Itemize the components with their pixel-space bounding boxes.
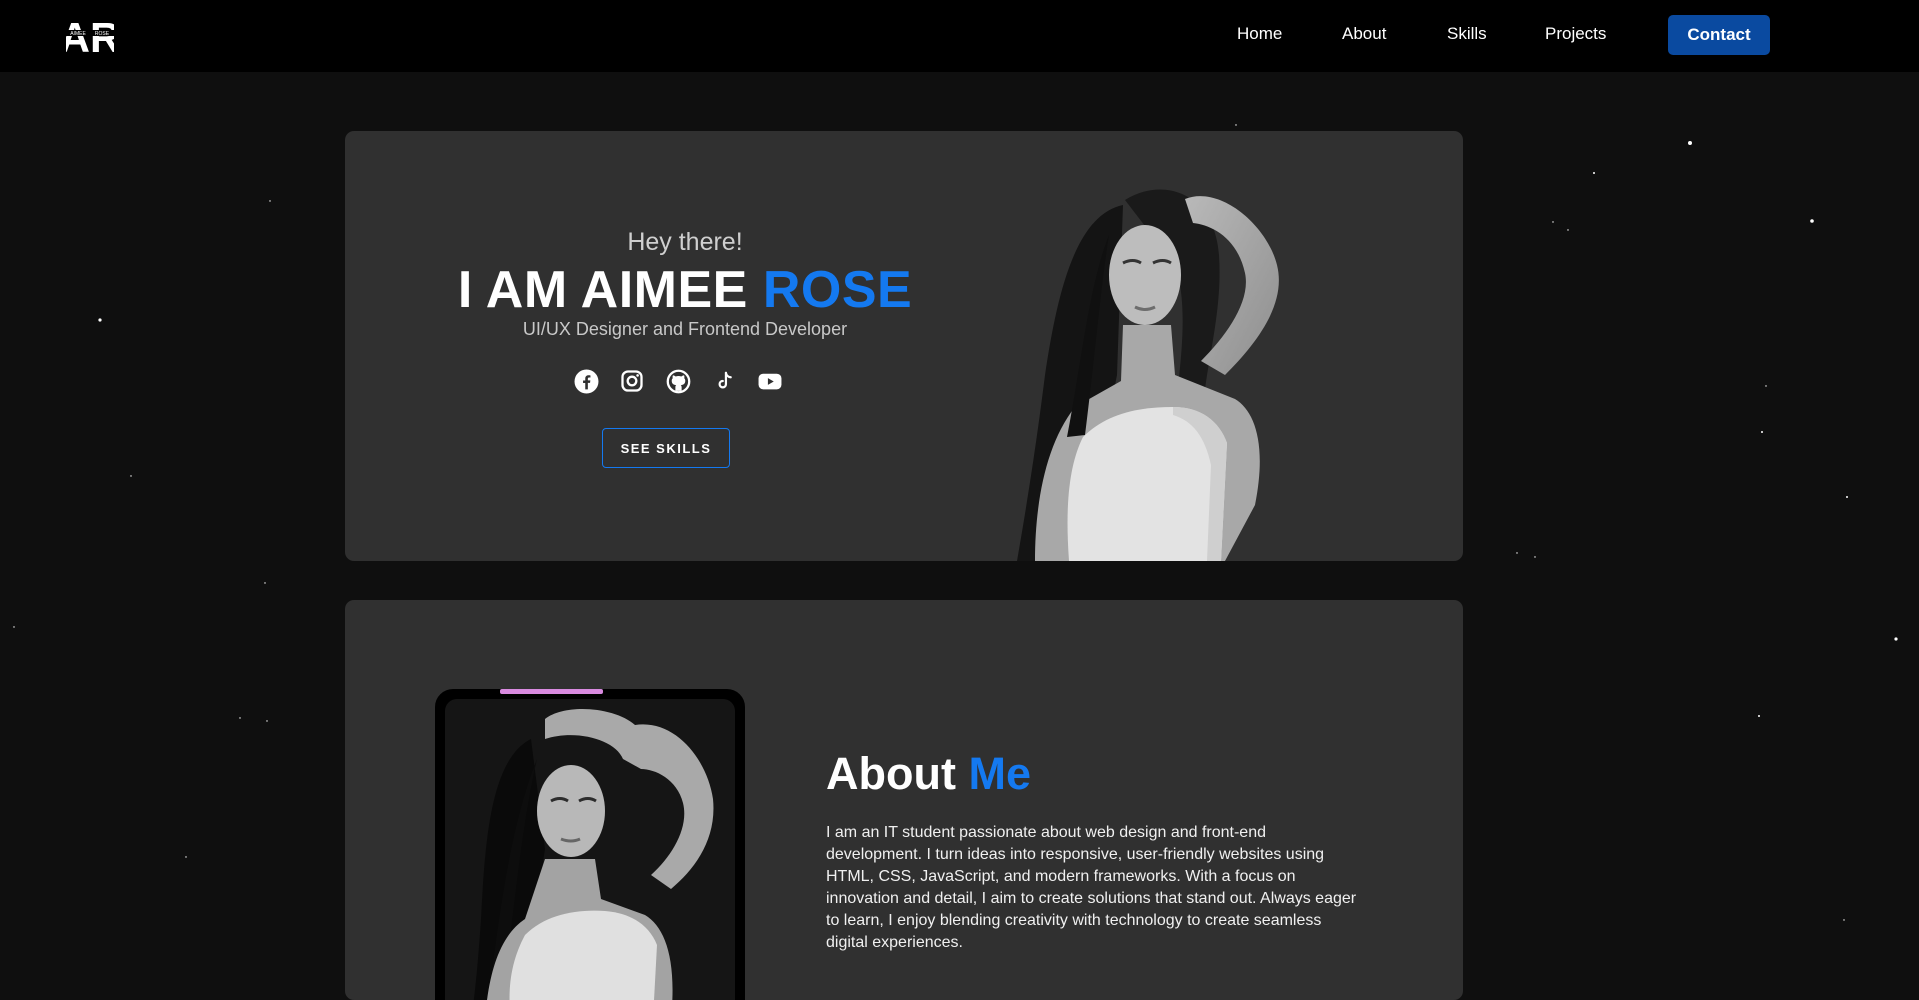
contact-button[interactable]: Contact <box>1668 15 1770 55</box>
hero-card: Hey there! I AM AIMEE ROSE UI/UX Designe… <box>345 131 1463 561</box>
youtube-icon[interactable] <box>757 368 783 394</box>
about-card: About Me I am an IT student passionate a… <box>345 600 1463 1000</box>
instagram-icon[interactable] <box>619 368 645 394</box>
see-skills-button[interactable]: SEE SKILLS <box>602 428 730 468</box>
facebook-icon[interactable] <box>573 368 599 394</box>
about-description: I am an IT student passionate about web … <box>826 824 1357 951</box>
nav-link-home[interactable]: Home <box>1237 24 1282 44</box>
phone-frame <box>435 689 745 1000</box>
about-title: About Me <box>826 748 1031 800</box>
social-links <box>573 368 783 394</box>
nav-link-about[interactable]: About <box>1342 24 1386 44</box>
hero-name-accent: ROSE <box>762 261 913 319</box>
nav-link-projects[interactable]: Projects <box>1545 24 1606 44</box>
top-navbar: AR AIMEE ROSE Home About Skills Projects… <box>0 0 1919 72</box>
phone-screen <box>445 699 735 1000</box>
hero-role: UI/UX Designer and Frontend Developer <box>522 319 848 339</box>
hero-greeting: Hey there! <box>627 228 743 256</box>
about-portrait-image <box>473 708 714 1000</box>
logo-small-left: AIMEE <box>70 31 86 37</box>
logo-small-right: ROSE <box>95 31 110 37</box>
about-title-main: About <box>826 748 956 799</box>
hero-name-main: I AM AIMEE <box>457 261 748 319</box>
about-title-accent: Me <box>968 748 1031 799</box>
nav-link-skills[interactable]: Skills <box>1447 24 1487 44</box>
phone-notch-accent <box>500 689 603 694</box>
hero-portrait-image <box>1017 189 1279 561</box>
logo[interactable]: AR AIMEE ROSE <box>66 12 114 56</box>
hero-name: I AM AIMEE ROSE <box>345 260 1025 320</box>
tiktok-icon[interactable] <box>711 368 737 394</box>
github-icon[interactable] <box>665 368 691 394</box>
